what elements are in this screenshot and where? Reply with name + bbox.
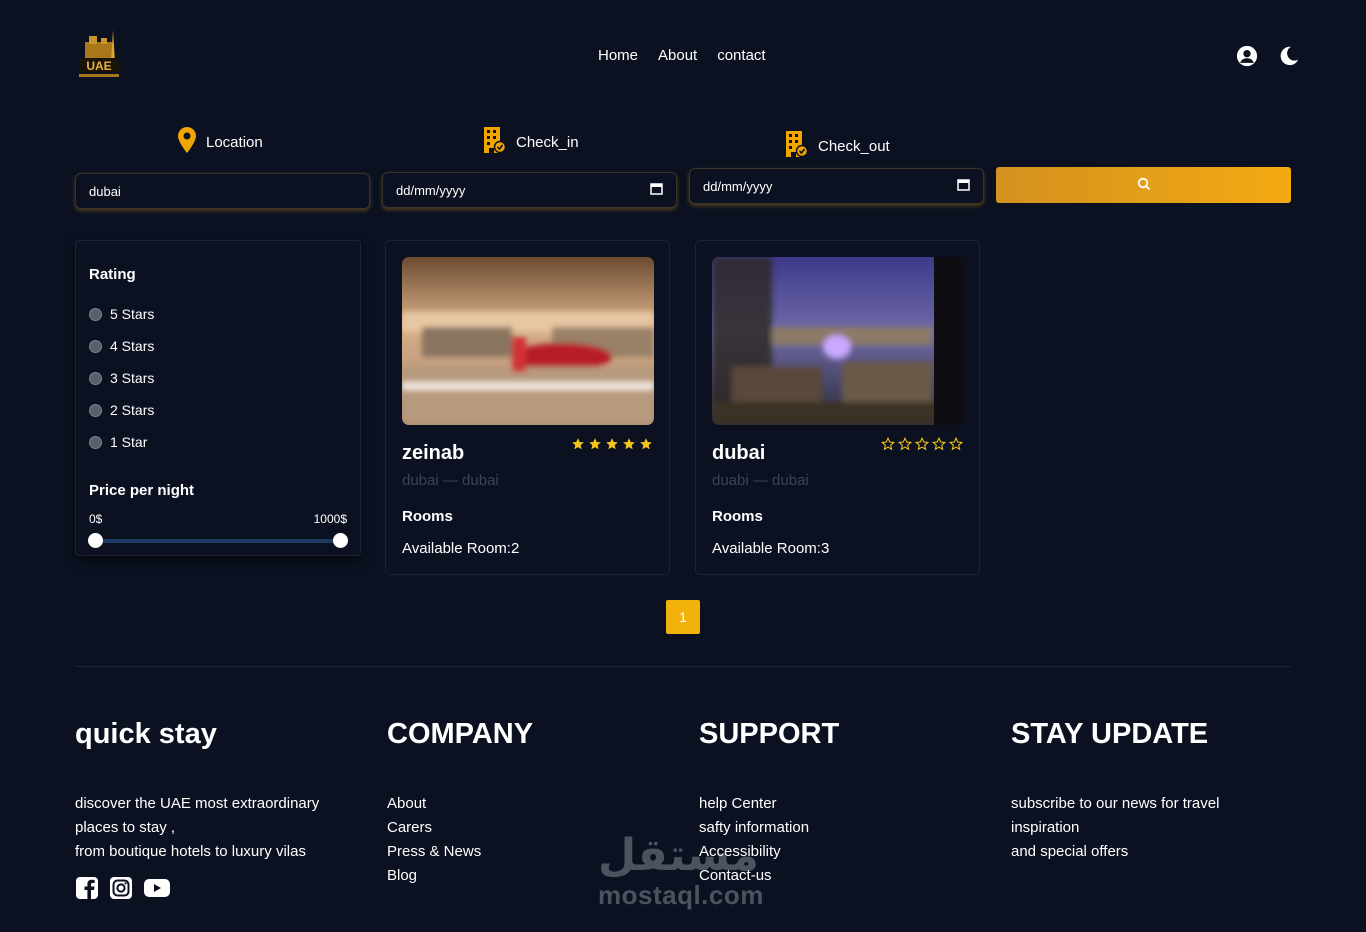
checkin-label: Check_in	[484, 127, 579, 157]
checkin-date-input[interactable]: dd/mm/yyyy	[382, 172, 677, 208]
footer-divider	[75, 666, 1291, 667]
star-rating	[880, 436, 964, 456]
footer-brand-text: discover the UAE most extraordinary plac…	[75, 795, 320, 860]
star-outline-icon	[880, 436, 896, 456]
footer-company-links: About Carers Press & News Blog	[387, 792, 481, 888]
radio-button[interactable]	[89, 435, 102, 449]
map-pin-icon	[178, 127, 196, 157]
pagination-page-button[interactable]: 1	[666, 600, 700, 634]
star-rating	[571, 437, 653, 456]
search-button[interactable]	[996, 167, 1291, 203]
hotel-building-icon	[786, 131, 809, 161]
location-label: Location	[178, 127, 263, 157]
star-filled-icon	[622, 437, 636, 456]
checkout-date-input[interactable]: dd/mm/yyyy	[689, 168, 984, 204]
star-filled-icon	[639, 437, 653, 456]
footer-update-text: subscribe to our news for travel inspira…	[1011, 795, 1220, 860]
calendar-icon[interactable]	[957, 178, 970, 194]
rating-option-4[interactable]: 4 Stars	[89, 338, 154, 354]
uae-logo[interactable]: UAE	[75, 28, 123, 80]
calendar-icon[interactable]	[650, 182, 663, 198]
footer-link-help-center[interactable]: help Center	[699, 792, 809, 816]
star-filled-icon	[571, 437, 585, 456]
available-rooms: Available Room:3	[712, 540, 830, 557]
social-links	[75, 876, 170, 900]
header-actions	[1236, 45, 1300, 67]
rating-option-1[interactable]: 1 Star	[89, 434, 147, 450]
star-outline-icon	[897, 436, 913, 456]
price-title: Price per night	[89, 482, 195, 499]
rating-option-5[interactable]: 5 Stars	[89, 306, 154, 322]
price-slider-track[interactable]	[96, 539, 341, 543]
rating-title: Rating	[89, 266, 136, 283]
hotel-location: dubai — dubai	[402, 472, 499, 489]
price-slider-min-handle[interactable]	[88, 533, 103, 548]
price-min-label: 0$	[89, 512, 103, 526]
location-input[interactable]: dubai	[75, 173, 370, 209]
hotel-card[interactable]: zeinab dubai — dubai Rooms Available Roo…	[385, 240, 670, 575]
star-outline-icon	[914, 436, 930, 456]
price-max-label: 1000$	[313, 512, 347, 526]
footer-company-title: COMPANY	[387, 718, 534, 750]
search-icon	[1137, 177, 1151, 194]
hotel-location: duabi — dubai	[712, 472, 809, 489]
svg-text:UAE: UAE	[86, 59, 111, 73]
filter-panel: Rating 5 Stars 4 Stars 3 Stars 2 Stars 1…	[75, 240, 361, 556]
rooms-heading: Rooms	[712, 508, 763, 525]
hotel-photo[interactable]	[712, 257, 964, 425]
footer-link-about[interactable]: About	[387, 792, 481, 816]
hotel-building-icon	[484, 127, 507, 157]
nav-about[interactable]: About	[658, 47, 697, 64]
footer-update-title: STAY UPDATE	[1011, 718, 1209, 750]
hotel-name[interactable]: zeinab	[402, 442, 464, 465]
star-filled-icon	[605, 437, 619, 456]
radio-button[interactable]	[89, 371, 102, 385]
rating-option-3[interactable]: 3 Stars	[89, 370, 154, 386]
price-slider-max-handle[interactable]	[333, 533, 348, 548]
hotel-card[interactable]: dubai duabi — dubai Rooms Available Room…	[695, 240, 980, 575]
checkout-label: Check_out	[786, 131, 890, 161]
star-outline-icon	[931, 436, 947, 456]
radio-button[interactable]	[89, 307, 102, 321]
mostaql-watermark: مستقل mostaql.com	[598, 831, 764, 911]
available-rooms: Available Room:2	[402, 540, 520, 557]
footer-link-carers[interactable]: Carers	[387, 816, 481, 840]
footer-link-blog[interactable]: Blog	[387, 864, 481, 888]
star-filled-icon	[588, 437, 602, 456]
radio-button[interactable]	[89, 403, 102, 417]
hotel-photo[interactable]	[402, 257, 654, 425]
nav-home[interactable]: Home	[598, 47, 638, 64]
instagram-icon[interactable]	[109, 876, 133, 900]
footer-link-press-news[interactable]: Press & News	[387, 840, 481, 864]
facebook-icon[interactable]	[75, 876, 99, 900]
user-circle-icon[interactable]	[1236, 45, 1258, 67]
footer-support-title: SUPPORT	[699, 718, 840, 750]
footer-brand-title: quick stay	[75, 718, 217, 750]
star-outline-icon	[948, 436, 964, 456]
radio-button[interactable]	[89, 339, 102, 353]
nav-contact[interactable]: contact	[717, 47, 765, 64]
moon-icon[interactable]	[1278, 45, 1300, 67]
rating-option-2[interactable]: 2 Stars	[89, 402, 154, 418]
hotel-name[interactable]: dubai	[712, 442, 765, 465]
main-nav: Home About contact	[598, 47, 766, 64]
rooms-heading: Rooms	[402, 508, 453, 525]
youtube-icon[interactable]	[143, 876, 170, 900]
